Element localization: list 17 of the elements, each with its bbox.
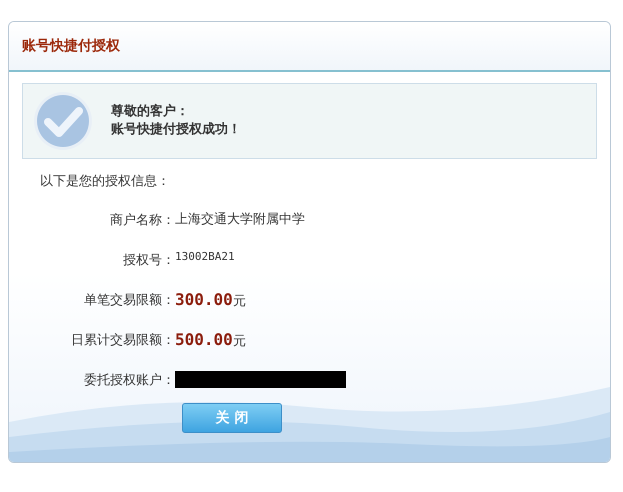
field-label: 日累计交易限额： [70, 332, 175, 348]
check-icon [33, 91, 93, 151]
amount-value: 500.00 [175, 330, 233, 349]
greeting-text: 尊敬的客户： [111, 103, 190, 121]
field-label: 单笔交易限额： [83, 292, 175, 308]
field-label: 委托授权账户： [83, 372, 175, 388]
amount-value: 300.00 [175, 290, 233, 309]
currency-unit: 元 [232, 293, 246, 310]
field-value: 上海交通大学附属中学 [175, 211, 305, 228]
currency-unit: 元 [232, 333, 246, 350]
field-value: 13002BA21 [175, 250, 235, 263]
field-label: 商户名称： [109, 212, 175, 228]
field-label: 授权号： [122, 252, 175, 268]
intro-text: 以下是您的授权信息： [40, 173, 171, 190]
close-button[interactable]: 关 闭 [182, 403, 282, 433]
success-message: 账号快捷付授权成功！ [111, 121, 241, 139]
dialog-title: 账号快捷付授权 [22, 37, 120, 55]
